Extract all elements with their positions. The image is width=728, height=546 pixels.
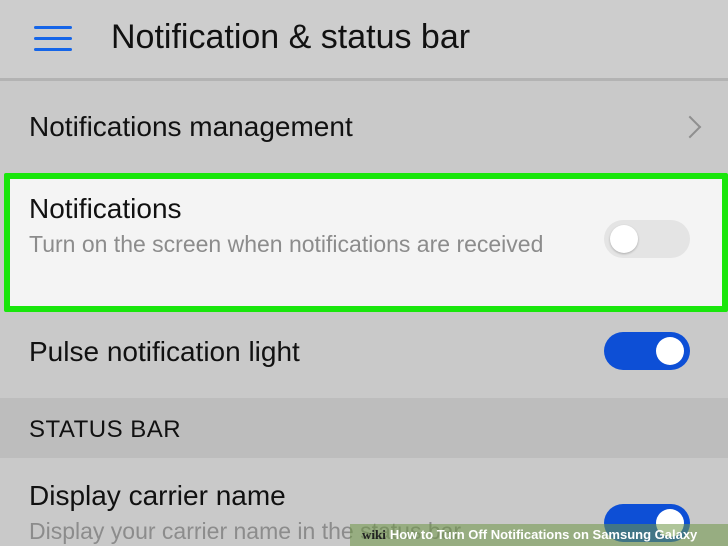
- wikihow-watermark: wiki How to Turn Off Notifications on Sam…: [350, 524, 728, 546]
- notifications-label: Notifications: [29, 193, 182, 224]
- toggle-knob: [656, 337, 684, 365]
- notifications-description: Turn on the screen when notifications ar…: [29, 231, 544, 257]
- app-header: Notification & status bar: [0, 0, 728, 81]
- status-bar-section-label: STATUS BAR: [29, 416, 182, 443]
- status-bar-section-header: STATUS BAR: [0, 398, 728, 458]
- page-title: Notification & status bar: [111, 18, 471, 56]
- hamburger-menu-icon[interactable]: [34, 26, 72, 52]
- notifications-row[interactable]: Notifications Turn on the screen when no…: [0, 173, 728, 312]
- toggle-knob: [610, 225, 638, 253]
- watermark-text: How to Turn Off Notifications on Samsung…: [389, 527, 698, 542]
- pulse-notification-light-row[interactable]: Pulse notification light: [0, 312, 728, 398]
- wikihow-logo: wiki: [362, 527, 386, 542]
- display-carrier-name-label: Display carrier name: [29, 480, 286, 511]
- notifications-management-label: Notifications management: [29, 111, 353, 142]
- pulse-notification-light-label: Pulse notification light: [29, 336, 300, 367]
- pulse-notification-light-toggle[interactable]: [604, 332, 690, 370]
- chevron-right-icon: [678, 115, 702, 139]
- notifications-management-row[interactable]: Notifications management: [0, 81, 728, 173]
- notifications-toggle[interactable]: [604, 220, 690, 258]
